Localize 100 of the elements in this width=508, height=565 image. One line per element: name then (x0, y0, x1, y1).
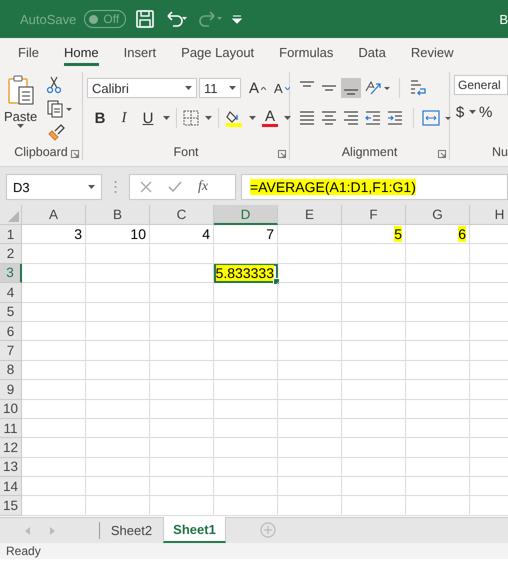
row-header[interactable]: 6 (0, 322, 22, 342)
currency-button[interactable]: $ (454, 104, 466, 120)
spreadsheet-cell[interactable] (150, 244, 214, 264)
row-header[interactable]: 10 (0, 400, 22, 419)
spreadsheet-cell[interactable] (214, 283, 278, 303)
spreadsheet-cell[interactable] (86, 380, 150, 400)
down-caret-icon[interactable] (284, 86, 290, 90)
spreadsheet-cell[interactable] (278, 360, 342, 380)
spreadsheet-cell[interactable] (150, 341, 214, 361)
spreadsheet-cell[interactable] (406, 302, 470, 322)
cut-icon[interactable] (47, 76, 62, 94)
spreadsheet-cell[interactable] (406, 360, 470, 380)
spreadsheet-cell[interactable] (278, 244, 342, 264)
column-header[interactable]: B (86, 205, 150, 225)
italic-button[interactable]: I (115, 110, 133, 126)
spreadsheet-cell[interactable] (214, 360, 278, 380)
bottom-align-icon[interactable] (341, 78, 361, 98)
decrease-font-size-button[interactable]: A (274, 80, 283, 96)
cancel-icon[interactable] (140, 181, 152, 193)
spreadsheet-cell[interactable] (406, 477, 470, 496)
spreadsheet-cell[interactable] (342, 264, 406, 284)
spreadsheet-cell[interactable] (406, 264, 470, 284)
column-header[interactable]: A (22, 205, 86, 225)
ribbon-tab[interactable]: Review (410, 38, 454, 66)
spreadsheet-cell[interactable] (278, 225, 342, 244)
spreadsheet-cell[interactable] (278, 438, 342, 458)
spreadsheet-cell[interactable] (22, 360, 86, 380)
row-header[interactable]: 2 (0, 244, 22, 264)
spreadsheet-cell[interactable] (214, 341, 278, 361)
format-painter-icon[interactable] (47, 124, 66, 142)
column-header[interactable]: F (342, 205, 406, 225)
row-header[interactable]: 3 (0, 264, 22, 284)
spreadsheet-cell[interactable] (406, 380, 470, 400)
spreadsheet-cell[interactable] (150, 322, 214, 342)
select-all-icon[interactable] (8, 211, 19, 222)
spreadsheet-cell[interactable] (214, 322, 278, 342)
redo-icon[interactable] (198, 10, 222, 28)
column-header[interactable]: C (150, 205, 214, 225)
paste-icon[interactable] (6, 75, 35, 105)
spreadsheet-cell[interactable] (342, 283, 406, 303)
scroll-right-icon[interactable] (50, 526, 55, 534)
spreadsheet-cell[interactable] (150, 264, 214, 284)
column-header[interactable]: H (470, 205, 508, 225)
spreadsheet-cell[interactable] (342, 458, 406, 478)
row-header[interactable]: 7 (0, 341, 22, 361)
ribbon-tab[interactable]: File (18, 38, 39, 66)
spreadsheet-cell[interactable] (278, 283, 342, 303)
spreadsheet-cell[interactable]: 4 (150, 225, 214, 244)
spreadsheet-cell[interactable] (150, 418, 214, 438)
spreadsheet-cell[interactable] (150, 496, 214, 516)
caret-icon[interactable] (17, 124, 24, 129)
enter-icon[interactable] (168, 181, 182, 193)
active-cell[interactable]: 5.833333 (214, 264, 278, 284)
spreadsheet-cell[interactable] (342, 341, 406, 361)
fill-color-icon[interactable] (225, 109, 243, 127)
spreadsheet-cell[interactable] (22, 496, 86, 516)
column-header[interactable]: E (278, 205, 342, 225)
spreadsheet-cell[interactable] (86, 400, 150, 419)
spreadsheet-cell[interactable] (22, 380, 86, 400)
spreadsheet-cell[interactable]: 5 (342, 225, 406, 244)
bold-button[interactable]: B (91, 110, 109, 126)
spreadsheet-cell[interactable] (86, 360, 150, 380)
spreadsheet-cell[interactable] (278, 264, 342, 284)
percent-button[interactable]: % (479, 104, 491, 120)
spreadsheet-cell[interactable] (86, 458, 150, 478)
spreadsheet-cell[interactable] (22, 400, 86, 419)
dialog-launcher-icon[interactable] (278, 150, 286, 158)
spreadsheet-cell[interactable] (406, 438, 470, 458)
spreadsheet-cell[interactable] (22, 283, 86, 303)
row-header[interactable]: 11 (0, 418, 22, 438)
spreadsheet-cell[interactable] (406, 283, 470, 303)
row-header[interactable]: 1 (0, 225, 22, 244)
spreadsheet-cell[interactable] (22, 341, 86, 361)
spreadsheet-cell[interactable] (406, 322, 470, 342)
spreadsheet-cell[interactable] (86, 477, 150, 496)
spreadsheet-cell[interactable] (22, 458, 86, 478)
spreadsheet-cell[interactable] (342, 302, 406, 322)
spreadsheet-cell[interactable] (150, 283, 214, 303)
font-color-button[interactable]: A (262, 109, 278, 127)
spreadsheet-cell[interactable] (214, 458, 278, 478)
caret-icon[interactable] (185, 86, 192, 90)
spreadsheet-cell[interactable] (150, 400, 214, 419)
spreadsheet-cell[interactable] (342, 400, 406, 419)
spreadsheet-cell[interactable] (278, 322, 342, 342)
insert-function-button[interactable]: fx (198, 179, 208, 195)
column-header[interactable]: G (406, 205, 470, 225)
ribbon-tab[interactable]: Page Layout (181, 38, 254, 66)
spreadsheet-cell[interactable] (150, 302, 214, 322)
spreadsheet-cell[interactable] (86, 418, 150, 438)
merge-center-icon[interactable] (422, 108, 452, 128)
spreadsheet-cell[interactable] (214, 438, 278, 458)
row-header[interactable]: 8 (0, 360, 22, 380)
spreadsheet-cell[interactable] (406, 496, 470, 516)
caret-icon[interactable] (88, 184, 95, 190)
spreadsheet-cell[interactable] (342, 244, 406, 264)
caret-icon[interactable] (284, 116, 291, 120)
spreadsheet-cell[interactable] (22, 302, 86, 322)
spreadsheet-cell[interactable] (214, 244, 278, 264)
row-header[interactable]: 13 (0, 458, 22, 478)
spreadsheet-cell[interactable] (278, 400, 342, 419)
